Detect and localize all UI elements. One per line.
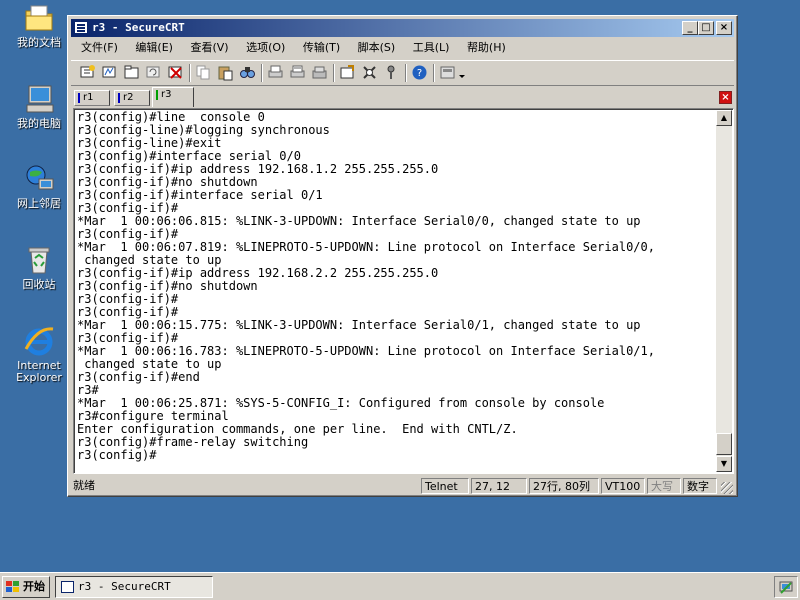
toolbar-separator xyxy=(189,64,191,82)
tab-status-marker xyxy=(78,93,80,103)
print-setup-icon[interactable] xyxy=(311,64,328,81)
toolbar: ? xyxy=(71,60,734,86)
tab-r3[interactable]: r3 xyxy=(152,87,194,107)
menu-tools[interactable]: 工具(L) xyxy=(406,38,457,57)
toolbar-separator xyxy=(333,64,335,82)
start-button[interactable]: 开始 xyxy=(2,576,50,598)
windows-logo-icon xyxy=(6,581,19,593)
vertical-scrollbar[interactable]: ▲ ▼ xyxy=(716,110,732,472)
svg-text:?: ? xyxy=(417,68,422,79)
terminal-line: r3(config)# xyxy=(77,448,157,462)
desktop-icon-my-computer[interactable]: 我的电脑 xyxy=(4,83,74,130)
more-icon[interactable] xyxy=(457,64,467,81)
status-emulation: VT100 xyxy=(601,478,645,494)
terminal-line: r3(config)#frame-relay switching xyxy=(77,435,309,449)
print-icon[interactable] xyxy=(267,64,284,81)
toolbar-separator xyxy=(405,64,407,82)
securecrt-app-icon xyxy=(74,21,88,34)
quick-connect-icon[interactable] xyxy=(101,64,118,81)
tab-r2[interactable]: r2 xyxy=(114,90,150,106)
paste-icon[interactable] xyxy=(217,64,234,81)
menu-transfer[interactable]: 传输(T) xyxy=(296,38,347,57)
minimize-button[interactable]: _ xyxy=(682,21,698,35)
status-cursor: 27, 12 xyxy=(471,478,527,494)
desktop-icon-my-documents[interactable]: 我的文档 xyxy=(4,2,74,49)
terminal-line: r3(config-if)#end xyxy=(77,370,200,384)
script-icon[interactable] xyxy=(439,64,456,81)
desktop-icon-network[interactable]: 网上邻居 xyxy=(4,163,74,210)
network-places-icon xyxy=(23,163,55,195)
tab-r1[interactable]: r1 xyxy=(74,90,110,106)
menu-view[interactable]: 查看(V) xyxy=(183,38,235,57)
scroll-up-icon[interactable]: ▲ xyxy=(716,110,732,126)
tab-status-marker xyxy=(156,90,158,100)
desktop-icon-label: 我的文档 xyxy=(17,36,61,49)
session-options-icon[interactable] xyxy=(339,64,356,81)
desktop-icon-internet-explorer[interactable]: Internet Explorer xyxy=(4,325,74,384)
desktop-icon-label: Internet Explorer xyxy=(16,359,62,384)
tab-label: r3 xyxy=(161,89,172,100)
menu-edit[interactable]: 编辑(E) xyxy=(128,38,180,57)
title-bar[interactable]: r3 - SecureCRT _ □ × xyxy=(71,19,734,37)
window-title: r3 - SecureCRT xyxy=(92,21,185,34)
find-icon[interactable] xyxy=(239,64,256,81)
securecrt-window: r3 - SecureCRT _ □ × 文件(F) 编辑(E) 查看(V) 选… xyxy=(67,15,738,497)
desktop-icon-recycle-bin[interactable]: 回收站 xyxy=(4,244,74,291)
copy-icon[interactable] xyxy=(195,64,212,81)
system-tray xyxy=(774,576,798,598)
internet-explorer-icon xyxy=(23,325,55,357)
status-bar: 就绪 Telnet 27, 12 27行, 80列 VT100 大写 数字 xyxy=(71,477,734,495)
menu-file[interactable]: 文件(F) xyxy=(71,38,125,57)
print-selection-icon[interactable] xyxy=(289,64,306,81)
menu-bar: 文件(F) 编辑(E) 查看(V) 选项(O) 传输(T) 脚本(S) 工具(L… xyxy=(71,38,734,57)
session-tabs: r1 r2 r3 × xyxy=(71,86,734,108)
network-tray-icon[interactable] xyxy=(779,580,793,594)
tab-label: r2 xyxy=(123,92,134,103)
securecrt-task-icon xyxy=(61,581,74,593)
menu-options[interactable]: 选项(O) xyxy=(239,38,292,57)
taskbar-item-label: r3 - SecureCRT xyxy=(78,580,171,593)
start-label: 开始 xyxy=(23,580,45,593)
tab-status-marker xyxy=(118,93,120,103)
close-button[interactable]: × xyxy=(716,21,732,35)
status-ready: 就绪 xyxy=(73,479,95,492)
terminal-output: r3(config)#line console 0 r3(config-line)… xyxy=(77,111,717,471)
status-protocol: Telnet xyxy=(421,478,469,494)
help-icon[interactable]: ? xyxy=(411,64,428,81)
recycle-bin-icon xyxy=(23,244,55,276)
desktop-icon-label: 我的电脑 xyxy=(17,117,61,130)
my-computer-icon xyxy=(23,83,55,115)
menu-script[interactable]: 脚本(S) xyxy=(351,38,403,57)
taskbar: 开始 r3 - SecureCRT xyxy=(0,572,800,600)
resize-grip-icon[interactable] xyxy=(721,482,733,494)
connect-icon[interactable] xyxy=(79,64,96,81)
toolbar-separator xyxy=(433,64,435,82)
menu-help[interactable]: 帮助(H) xyxy=(460,38,513,57)
maximize-button[interactable]: □ xyxy=(698,21,714,35)
disconnect-icon[interactable] xyxy=(167,64,184,81)
taskbar-item-securecrt[interactable]: r3 - SecureCRT xyxy=(55,576,213,598)
global-options-icon[interactable] xyxy=(361,64,378,81)
scroll-thumb[interactable] xyxy=(716,433,732,455)
status-size: 27行, 80列 xyxy=(529,478,599,494)
connect-tab-icon[interactable] xyxy=(123,64,140,81)
status-num: 数字 xyxy=(683,478,717,494)
desktop-icon-label: 回收站 xyxy=(22,278,56,291)
desktop-icon-label: 网上邻居 xyxy=(17,197,61,210)
keymap-icon[interactable] xyxy=(383,64,400,81)
toolbar-separator xyxy=(261,64,263,82)
reconnect-icon[interactable] xyxy=(145,64,162,81)
tab-label: r1 xyxy=(83,92,94,103)
my-documents-folder-icon xyxy=(23,2,55,34)
close-tab-icon[interactable]: × xyxy=(719,91,732,104)
terminal-view[interactable]: r3(config)#line console 0 r3(config-line)… xyxy=(73,108,734,474)
status-caps: 大写 xyxy=(647,478,681,494)
scroll-down-icon[interactable]: ▼ xyxy=(716,456,732,472)
